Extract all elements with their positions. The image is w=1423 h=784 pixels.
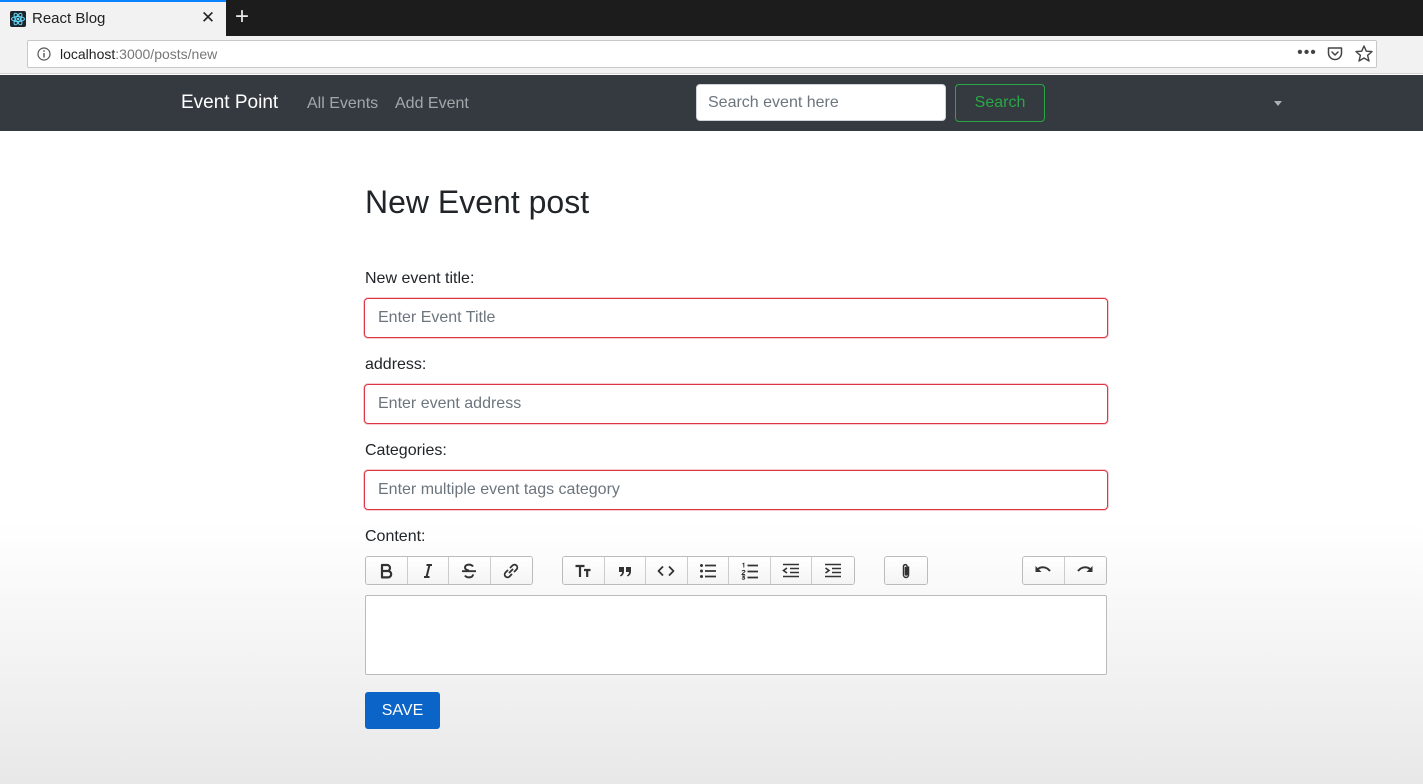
close-tab-icon[interactable]: ✕: [200, 8, 216, 28]
increase-indent-icon: [825, 563, 842, 577]
tab-title: React Blog: [32, 10, 106, 27]
app-navbar: Event Point All Events Add Event Search: [0, 75, 1423, 131]
link-icon: [504, 563, 519, 578]
redo-icon: [1077, 565, 1093, 572]
page-title: New Event post: [365, 184, 590, 220]
quote-button[interactable]: [604, 557, 647, 584]
url-path: :3000/posts/new: [115, 46, 218, 62]
quote-icon: [618, 566, 631, 576]
info-icon[interactable]: [37, 47, 51, 61]
address-bar[interactable]: localhost:3000/posts/new •••: [27, 40, 1377, 68]
italic-icon: [423, 563, 432, 578]
strikethrough-button[interactable]: [449, 557, 491, 584]
browser-toolbar: localhost:3000/posts/new •••: [0, 36, 1423, 74]
address-label: address:: [365, 356, 427, 373]
page-content: New Event post New event title: address:…: [0, 131, 1423, 784]
bookmark-star-icon[interactable]: [1354, 44, 1374, 64]
address-input[interactable]: [364, 384, 1108, 424]
toolbar-group-attach: [884, 556, 928, 585]
numbered-list-icon: [741, 561, 758, 580]
search-input[interactable]: [696, 84, 946, 121]
decrease-indent-button[interactable]: [770, 557, 813, 584]
attach-button[interactable]: [885, 557, 927, 584]
toolbar-group-block: [562, 556, 855, 585]
save-button[interactable]: SAVE: [365, 692, 440, 729]
url-host: localhost: [60, 46, 116, 62]
search-button[interactable]: Search: [955, 84, 1045, 122]
heading-icon: [575, 564, 591, 577]
react-logo-icon: [10, 11, 26, 27]
heading-button[interactable]: [563, 557, 605, 584]
brand-logo[interactable]: Event Point: [181, 92, 278, 114]
browser-tab-bar: React Blog ✕ +: [0, 0, 1423, 36]
undo-button[interactable]: [1023, 557, 1065, 584]
redo-button[interactable]: [1064, 557, 1106, 584]
content-label: Content:: [365, 528, 426, 545]
pocket-icon[interactable]: [1326, 45, 1344, 63]
numbered-list-button[interactable]: [729, 557, 771, 584]
nav-add-event[interactable]: Add Event: [395, 95, 469, 113]
strikethrough-icon: [462, 563, 477, 578]
nav-all-events[interactable]: All Events: [307, 95, 378, 113]
categories-input[interactable]: [364, 470, 1108, 510]
url-text[interactable]: localhost:3000/posts/new: [60, 46, 217, 62]
bold-icon: [381, 563, 393, 578]
bullet-list-button[interactable]: [687, 557, 730, 584]
dropdown-caret-icon[interactable]: [1274, 101, 1282, 106]
increase-indent-button[interactable]: [812, 557, 854, 584]
event-title-input[interactable]: [364, 298, 1108, 338]
browser-tab[interactable]: React Blog ✕: [0, 0, 226, 36]
link-button[interactable]: [490, 557, 532, 584]
event-title-label: New event title:: [365, 270, 475, 287]
code-icon: [658, 565, 675, 576]
toolbar-group-history: [1022, 556, 1107, 585]
toolbar-group-format: [365, 556, 533, 585]
more-icon[interactable]: •••: [1296, 43, 1318, 65]
bullet-list-icon: [700, 563, 717, 578]
content-editor[interactable]: [365, 595, 1107, 675]
code-button[interactable]: [646, 557, 688, 584]
bold-button[interactable]: [366, 557, 408, 584]
undo-icon: [1035, 565, 1052, 572]
new-tab-icon[interactable]: +: [232, 4, 252, 30]
attach-icon: [902, 563, 910, 578]
editor-toolbar: [365, 556, 1107, 585]
categories-label: Categories:: [365, 442, 447, 459]
italic-button[interactable]: [407, 557, 449, 584]
decrease-indent-icon: [782, 563, 800, 577]
